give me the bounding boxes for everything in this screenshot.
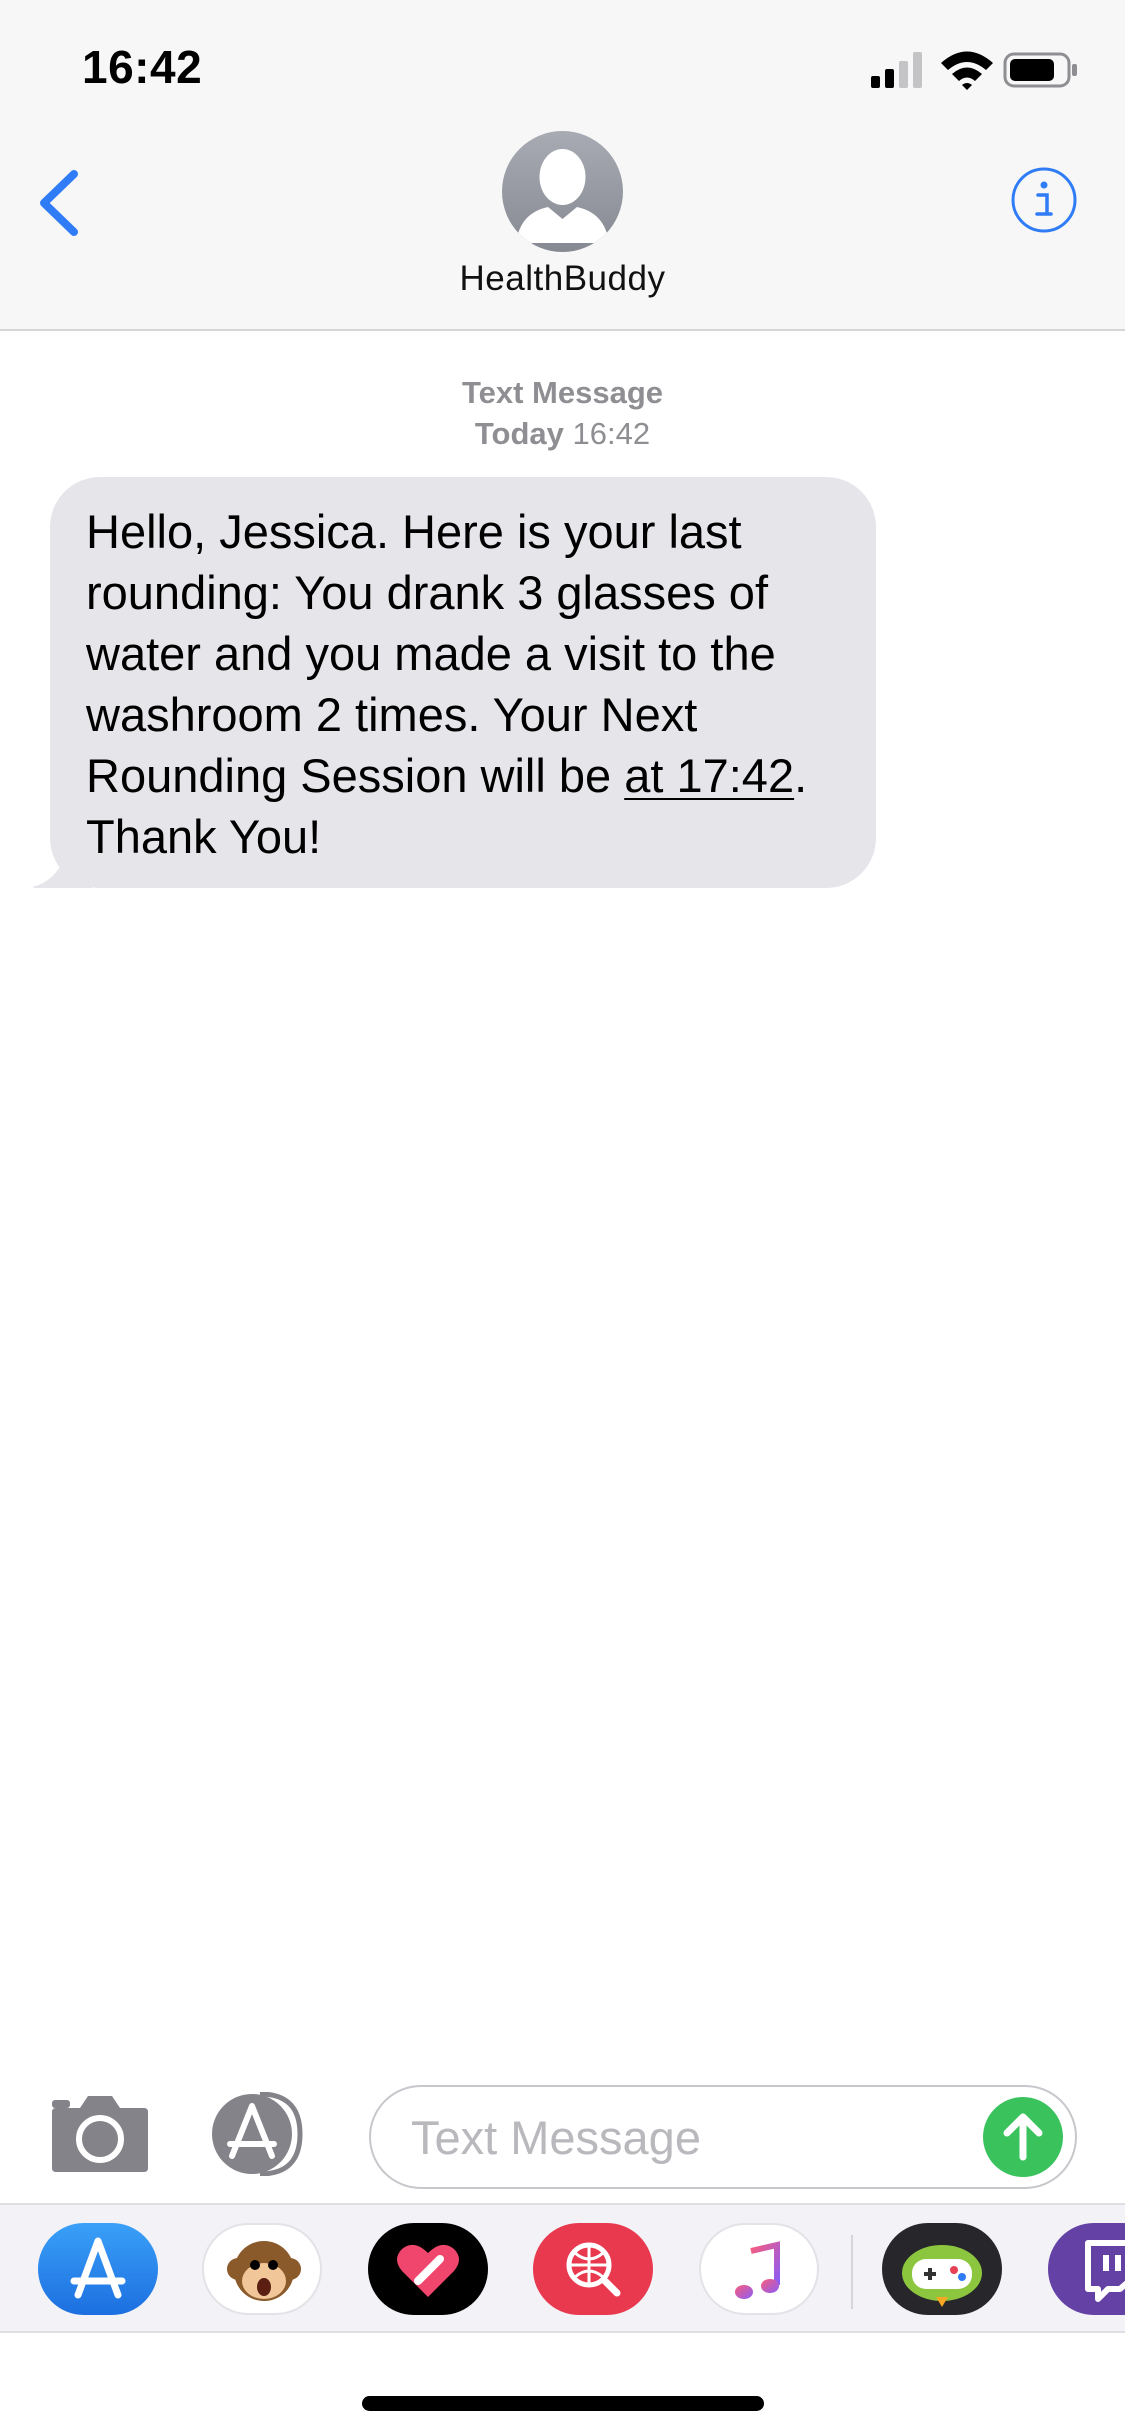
wifi-icon (941, 51, 993, 90)
twitch-app[interactable] (1048, 2223, 1125, 2315)
image-search-icon (566, 2242, 621, 2297)
twitch-icon (1085, 2240, 1125, 2302)
person-silhouette-icon (516, 149, 609, 243)
timestamp-time: 16:42 (572, 416, 651, 451)
digital-touch-app[interactable] (368, 2223, 488, 2315)
timestamp-label: Text Message (461, 375, 663, 410)
camera-button[interactable] (48, 2094, 152, 2174)
animoji-monkey-icon (227, 2241, 301, 2301)
arrow-up-icon (1003, 2113, 1043, 2161)
game-pigeon-app[interactable] (882, 2223, 1002, 2315)
battery-icon (1003, 52, 1077, 88)
imessage-app-drawer (0, 2203, 1125, 2333)
image-search-app[interactable] (533, 2223, 653, 2315)
message-bubble: Hello, Jessica. Here is your last roundi… (50, 477, 876, 888)
app-store-icon (212, 2091, 303, 2177)
back-button[interactable] (34, 166, 84, 240)
app-store-button[interactable] (208, 2091, 320, 2177)
app-store-icon (70, 2237, 126, 2299)
app-drawer-divider (851, 2235, 853, 2309)
timestamp-date: Today 16:42 (0, 413, 1125, 454)
cellular-signal-icon (871, 52, 922, 88)
info-button[interactable] (1010, 166, 1078, 234)
animoji-app[interactable] (202, 2223, 322, 2315)
message-input[interactable] (369, 2085, 1077, 2189)
send-button[interactable] (983, 2097, 1063, 2177)
status-icons (871, 51, 1077, 90)
app-store-app[interactable] (38, 2223, 158, 2315)
game-pigeon-icon (902, 2245, 982, 2307)
home-indicator[interactable] (362, 2396, 764, 2411)
conversation-header: 16:42 HealthBuddy (0, 0, 1125, 331)
camera-icon (52, 2096, 148, 2172)
contact-name[interactable]: HealthBuddy (0, 259, 1125, 299)
digital-touch-heart-icon (397, 2244, 459, 2297)
incoming-message[interactable]: Hello, Jessica. Here is your last roundi… (32, 477, 876, 888)
info-icon (1011, 167, 1077, 233)
music-icon (735, 2241, 780, 2299)
message-time-link[interactable]: at 17:42 (624, 749, 794, 802)
contact-avatar[interactable] (502, 131, 623, 252)
chevron-left-icon (40, 170, 78, 236)
timestamp-day: Today (474, 416, 564, 451)
message-timestamp: Text Message Today 16:42 (0, 372, 1125, 454)
status-time: 16:42 (82, 41, 203, 93)
music-app[interactable] (699, 2223, 819, 2315)
